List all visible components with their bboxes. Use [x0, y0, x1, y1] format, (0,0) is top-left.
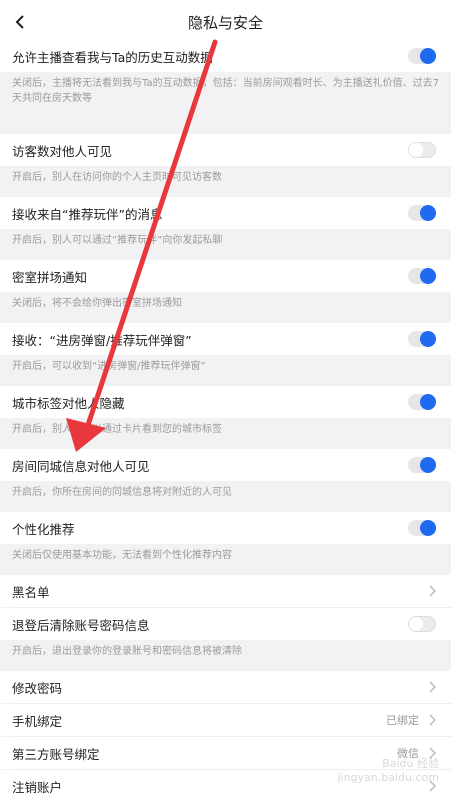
setting-description: 开启后，你所在房间的同城信息将对附近的人可见	[0, 481, 451, 512]
recommend-messages-toggle[interactable]	[408, 205, 436, 221]
phone-binding-row[interactable]: 手机绑定 已绑定	[0, 704, 451, 736]
setting-label: 退登后清除账号密码信息	[12, 617, 150, 633]
setting-description: 开启后，退出登录你的登录账号和密码信息将被清除	[0, 640, 451, 671]
logout-clear-toggle[interactable]	[408, 616, 436, 632]
account-link-value: 已绑定	[386, 714, 419, 727]
watermark-line2: jingyan.baidu.com	[337, 771, 439, 784]
setting-description: 开启后，别人不可以通过卡片看到您的城市标签	[0, 418, 451, 449]
setting-row-popup: 接收：“进房弹窗/推荐玩伴弹窗”	[0, 323, 451, 355]
setting-label: 允许主播查看我与Ta的历史互动数据	[12, 49, 213, 65]
setting-label: 访客数对他人可见	[12, 143, 113, 159]
setting-row-history-data: 允许主播查看我与Ta的历史互动数据	[0, 40, 451, 72]
blacklist-label: 黑名单	[12, 584, 50, 600]
setting-label: 个性化推荐	[12, 521, 75, 537]
chevron-right-icon	[429, 681, 437, 693]
setting-row-city-tag: 城市标签对他人隐藏	[0, 386, 451, 418]
history-data-toggle[interactable]	[408, 48, 436, 64]
setting-row-personalized: 个性化推荐	[0, 512, 451, 544]
setting-label: 接收：“进房弹窗/推荐玩伴弹窗”	[12, 332, 192, 348]
setting-row-logout-clear: 退登后清除账号密码信息	[0, 608, 451, 640]
settings-list: 允许主播查看我与Ta的历史互动数据 关闭后，主播将无法看到我与Ta的互动数据，包…	[0, 40, 451, 802]
personalized-toggle[interactable]	[408, 520, 436, 536]
setting-label: 接收来自“推荐玩伴”的消息	[12, 206, 163, 222]
change-password-row[interactable]: 修改密码	[0, 671, 451, 703]
room-city-toggle[interactable]	[408, 457, 436, 473]
setting-row-room-city: 房间同城信息对他人可见	[0, 449, 451, 481]
setting-description: 开启后，可以收到“进房弹窗/推荐玩伴弹窗”	[0, 355, 451, 386]
setting-label: 房间同城信息对他人可见	[12, 458, 150, 474]
setting-description: 开启后，别人在访问你的个人主页时可见访客数	[0, 166, 451, 197]
setting-description: 开启后，别人可以通过“推荐玩伴”向你发起私聊	[0, 229, 451, 260]
setting-row-escape-room: 密室拼场通知	[0, 260, 451, 292]
setting-description: 关闭后，将不会给你弹出密室拼场通知	[0, 292, 451, 323]
escape-room-toggle[interactable]	[408, 268, 436, 284]
setting-description: 关闭后，主播将无法看到我与Ta的互动数据，包括：当前房间观看时长、为主播送礼价值…	[0, 72, 451, 134]
setting-row-visitor-count: 访客数对他人可见	[0, 134, 451, 166]
setting-description: 关闭后仅使用基本功能，无法看到个性化推荐内容	[0, 544, 451, 575]
popup-toggle[interactable]	[408, 331, 436, 347]
setting-label: 城市标签对他人隐藏	[12, 395, 125, 411]
watermark: Baidu 经验 jingyan.baidu.com	[337, 757, 439, 785]
chevron-left-icon	[15, 15, 24, 29]
chevron-right-icon	[429, 714, 437, 726]
setting-label: 密室拼场通知	[12, 269, 88, 285]
visitor-count-toggle[interactable]	[408, 142, 436, 158]
account-link-label: 手机绑定	[12, 713, 63, 729]
page-title: 隐私与安全	[187, 13, 263, 32]
nav-bar: 隐私与安全	[0, 0, 451, 44]
account-link-label: 修改密码	[12, 680, 63, 696]
blacklist-row[interactable]: 黑名单	[0, 575, 451, 607]
city-tag-toggle[interactable]	[408, 394, 436, 410]
chevron-right-icon	[429, 585, 437, 597]
setting-row-recommend-messages: 接收来自“推荐玩伴”的消息	[0, 197, 451, 229]
back-button[interactable]	[6, 8, 34, 36]
watermark-line1: Baidu 经验	[382, 757, 439, 770]
